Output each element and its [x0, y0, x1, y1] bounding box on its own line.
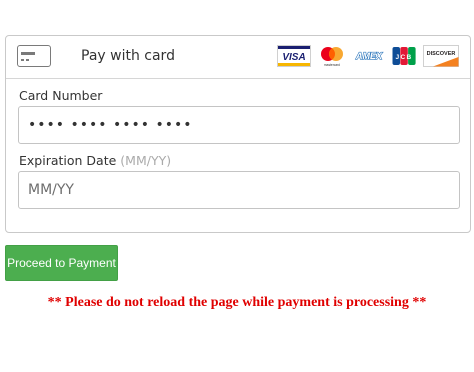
mastercard-logo-text: mastercard: [324, 63, 340, 67]
expiration-date-label-text: Expiration Date: [19, 153, 117, 168]
amex-logo-text: AMEX: [355, 51, 383, 61]
discover-logo-text: DISCOVER: [427, 51, 456, 57]
payment-card-panel: Pay with card VISA mastercard AMEX JCB D…: [5, 35, 471, 233]
visa-logo-text: VISA: [282, 52, 305, 63]
expiration-date-input[interactable]: [18, 171, 460, 209]
card-header: Pay with card VISA mastercard AMEX JCB D…: [6, 36, 470, 79]
reload-warning-message: ** Please do not reload the page while p…: [47, 295, 427, 310]
expiration-date-label: Expiration Date (MM/YY): [19, 153, 171, 168]
visa-logo-icon: VISA: [277, 45, 311, 67]
card-brand-logos: VISA mastercard AMEX JCB DISCOVER: [277, 45, 459, 67]
credit-card-icon: [17, 45, 51, 67]
amex-logo-icon: AMEX: [353, 45, 385, 67]
pay-with-card-title: Pay with card: [81, 48, 175, 64]
jcb-logo-text: JCB: [396, 54, 413, 61]
proceed-to-payment-button[interactable]: Proceed to Payment: [5, 245, 118, 281]
jcb-logo-icon: JCB: [392, 45, 416, 67]
card-number-input[interactable]: [18, 106, 460, 144]
expiration-date-hint: (MM/YY): [120, 153, 172, 168]
mastercard-logo-icon: mastercard: [318, 45, 346, 67]
card-number-label: Card Number: [19, 88, 103, 103]
discover-logo-icon: DISCOVER: [423, 45, 459, 67]
